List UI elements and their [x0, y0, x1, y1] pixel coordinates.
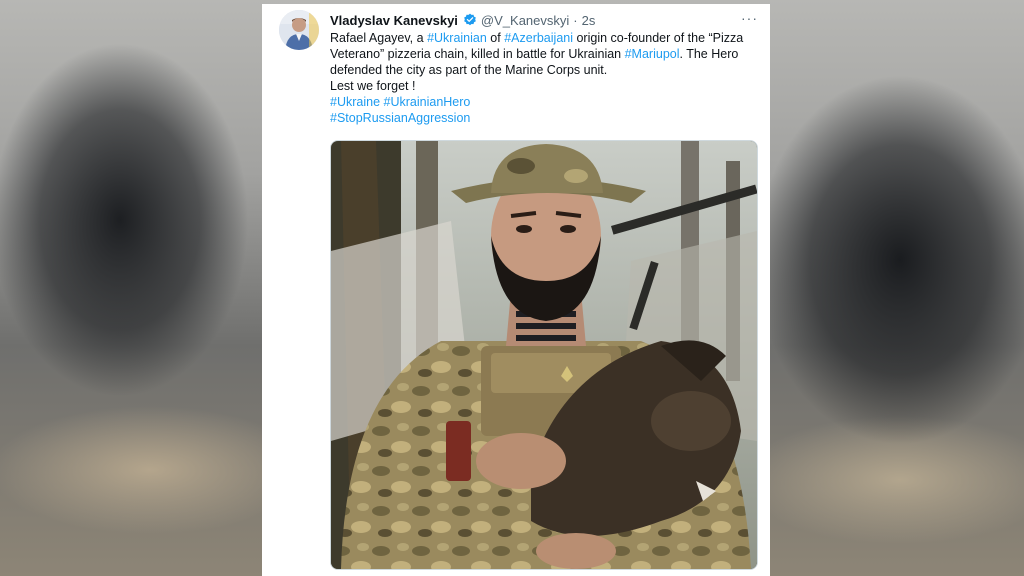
- text-segment: Rafael Agayev, a: [330, 31, 428, 45]
- more-options-icon[interactable]: ···: [741, 10, 758, 26]
- tweet-text: Rafael Agayev, a #Ukrainian of #Azerbaij…: [330, 30, 760, 126]
- soldier-holding-dog-photo: [331, 141, 757, 569]
- hashtag-line: #StopRussianAggression: [330, 110, 760, 126]
- hashtag-azerbaijani[interactable]: #Azerbaijani: [504, 31, 573, 45]
- separator-dot: ·: [573, 12, 578, 28]
- author-name[interactable]: Vladyslav Kanevskyi: [330, 13, 458, 28]
- author-row: Vladyslav Kanevskyi @V_Kanevskyi · 2s: [330, 10, 595, 30]
- hashtag-line: #Ukraine #UkrainianHero: [330, 94, 760, 110]
- verified-badge-icon: [463, 13, 477, 27]
- hashtag-ukrainian[interactable]: #Ukrainian: [427, 31, 487, 45]
- hashtag-ukrainianhero[interactable]: #UkrainianHero: [384, 95, 471, 109]
- tweet-line-lest: Lest we forget !: [330, 79, 416, 93]
- hashtag-stoprussianaggression[interactable]: #StopRussianAggression: [330, 111, 470, 125]
- timestamp[interactable]: 2s: [582, 13, 596, 28]
- text-segment: of: [486, 31, 505, 45]
- avatar[interactable]: [279, 10, 319, 50]
- tweet-card: Vladyslav Kanevskyi @V_Kanevskyi · 2s ··…: [262, 4, 770, 576]
- hashtag-ukraine[interactable]: #Ukraine: [330, 95, 380, 109]
- hashtag-mariupol[interactable]: #Mariupol: [625, 47, 680, 61]
- author-handle[interactable]: @V_Kanevskyi: [481, 13, 569, 28]
- tweet-paragraph: Rafael Agayev, a #Ukrainian of #Azerbaij…: [330, 30, 760, 78]
- tweet-photo[interactable]: [330, 140, 758, 570]
